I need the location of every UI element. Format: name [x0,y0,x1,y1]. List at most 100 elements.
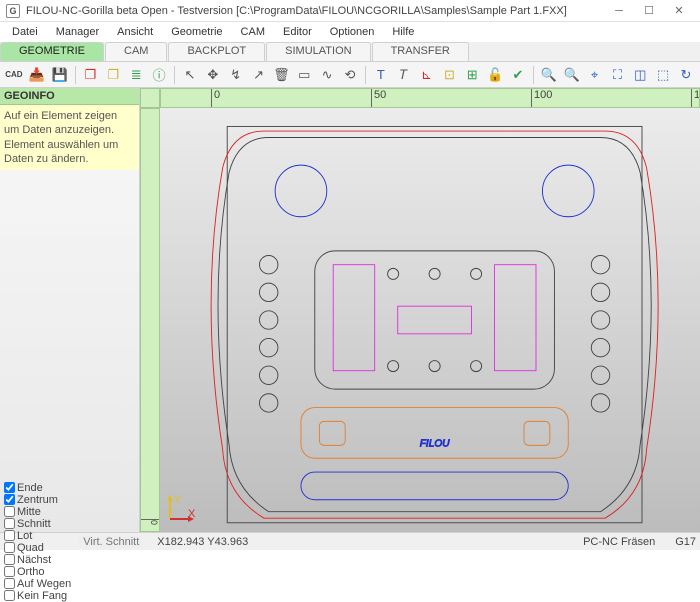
menu-cam[interactable]: CAM [233,24,273,40]
status-check-ende[interactable]: Ende [4,482,71,494]
geoinfo-line2: Element auswählen um Daten zu ändern. [4,138,135,167]
trash-icon[interactable]: 🗑 [271,65,291,85]
status-check-kein fang[interactable]: Kein Fang [4,590,71,602]
hruler-tick: 0 [211,89,220,107]
drawing-body: 0 [140,108,700,532]
hole-top-left [275,165,327,217]
coord-readout: X182.943 Y43.963 [151,536,254,548]
snap2-icon[interactable]: ⊞ [462,65,482,85]
zoom-region-icon[interactable]: ◫ [630,65,650,85]
status-check-schnitt[interactable]: Schnitt [4,518,71,530]
hruler-tick: 150 [691,89,700,107]
lock-icon[interactable]: 🔓 [485,65,505,85]
move-icon[interactable]: ✥ [203,65,223,85]
tab-transfer[interactable]: TRANSFER [372,42,469,61]
tab-geometrie[interactable]: GEOMETRIE [0,42,104,61]
zoom-in-icon[interactable]: 🔍 [539,65,559,85]
status-check-mitte[interactable]: Mitte [4,506,71,518]
close-button[interactable]: ✕ [664,1,694,21]
svg-text:X: X [188,508,196,520]
ruler-corner [140,88,160,108]
pick-icon[interactable]: ↗ [249,65,269,85]
minimize-button[interactable]: ─ [604,1,634,21]
logo-text: FILOU [420,438,451,449]
drawing-area: 050100150 0 [140,88,700,532]
checkbox-zentrum[interactable] [4,494,15,505]
ruler-row: 050100150 [140,88,700,108]
geoinfo-body: Auf ein Element zeigen um Daten anzuzeig… [0,105,139,170]
tab-simulation[interactable]: SIMULATION [266,42,370,61]
info-icon[interactable]: ⓘ [149,65,169,85]
checkbox-nächst[interactable] [4,554,15,565]
menu-datei[interactable]: Datei [4,24,46,40]
curve-icon[interactable]: ∿ [317,65,337,85]
layers-yellow-icon[interactable]: ❐ [103,65,123,85]
vertical-ruler[interactable]: 0 [140,108,160,532]
geoinfo-line1: Auf ein Element zeigen um Daten anzuzeig… [4,109,135,138]
vruler-tick: 0 [141,519,159,525]
slot-center [398,306,472,334]
drawing-svg: FILOU [160,108,700,532]
text-icon[interactable]: T [371,65,391,85]
checkbox-kein fang[interactable] [4,590,15,601]
toolbar: CAD📥💾❐❐≣ⓘ↖✥↯↗🗑▭∿⟲T𝑇⊾⊡⊞🔓✔🔍🔍⌖⛶◫⬚↻ [0,62,700,88]
join-icon[interactable]: ⟲ [340,65,360,85]
tab-backplot[interactable]: BACKPLOT [168,42,265,61]
checkbox-lot[interactable] [4,530,15,541]
pan-icon[interactable]: ⬚ [653,65,673,85]
layers-multicolor-icon[interactable]: ≣ [126,65,146,85]
zoom-fit-icon[interactable]: ⛶ [607,65,627,85]
outer-profile-offset [218,137,651,511]
status-check-ortho[interactable]: Ortho [4,566,71,578]
zoom-rect-icon[interactable]: ⌖ [585,65,605,85]
canvas[interactable]: FILOU Y X [160,108,700,532]
status-check-zentrum[interactable]: Zentrum [4,494,71,506]
bottom-slot [301,472,568,500]
measure-icon[interactable]: ⊾ [417,65,437,85]
rect-icon[interactable]: ▭ [294,65,314,85]
app-icon: G [6,4,20,18]
status-check-auf wegen[interactable]: Auf Wegen [4,578,71,590]
virt-schnitt-readout[interactable]: Virt. Schnitt [79,536,143,548]
menu-hilfe[interactable]: Hilfe [384,24,422,40]
bounding-rect [227,126,642,522]
window-title: FILOU-NC-Gorilla beta Open - Testversion… [26,5,604,17]
sidebar: GEOINFO Auf ein Element zeigen um Daten … [0,88,140,532]
menu-manager[interactable]: Manager [48,24,107,40]
menu-ansicht[interactable]: Ansicht [109,24,161,40]
menu-geometrie[interactable]: Geometrie [163,24,230,40]
tab-cam[interactable]: CAM [105,42,167,61]
hruler-tick: 100 [531,89,552,107]
save-icon[interactable]: 💾 [50,65,70,85]
menu-optionen[interactable]: Optionen [322,24,383,40]
cursor-icon[interactable]: ↖ [180,65,200,85]
toolbar-separator [75,66,76,84]
maximize-button[interactable]: ☐ [634,1,664,21]
horizontal-ruler[interactable]: 050100150 [160,88,700,108]
import-icon[interactable]: 📥 [27,65,47,85]
checkbox-ortho[interactable] [4,566,15,577]
plane-readout: G17 [675,536,696,548]
confirm-icon[interactable]: ✔ [508,65,528,85]
checkbox-quad[interactable] [4,542,15,553]
status-check-quad[interactable]: Quad [4,542,71,554]
layers-red-icon[interactable]: ❐ [81,65,101,85]
geoinfo-header: GEOINFO [0,88,139,105]
tabs-row: GEOMETRIECAMBACKPLOTSIMULATIONTRANSFER [0,42,700,62]
refresh-icon[interactable]: ↻ [676,65,696,85]
small-holes [388,268,482,371]
status-check-lot[interactable]: Lot [4,530,71,542]
checkbox-ende[interactable] [4,482,15,493]
select-icon[interactable]: ↯ [226,65,246,85]
toolbar-separator [174,66,175,84]
status-check-nächst[interactable]: Nächst [4,554,71,566]
checkbox-schnitt[interactable] [4,518,15,529]
checkbox-auf wegen[interactable] [4,578,15,589]
zoom-out-icon[interactable]: 🔍 [562,65,582,85]
checkbox-mitte[interactable] [4,506,15,517]
snap1-icon[interactable]: ⊡ [439,65,459,85]
label-sq-right [524,421,550,445]
cad-icon[interactable]: CAD [4,65,24,85]
menu-editor[interactable]: Editor [275,24,320,40]
textformat-icon[interactable]: 𝑇 [394,65,414,85]
